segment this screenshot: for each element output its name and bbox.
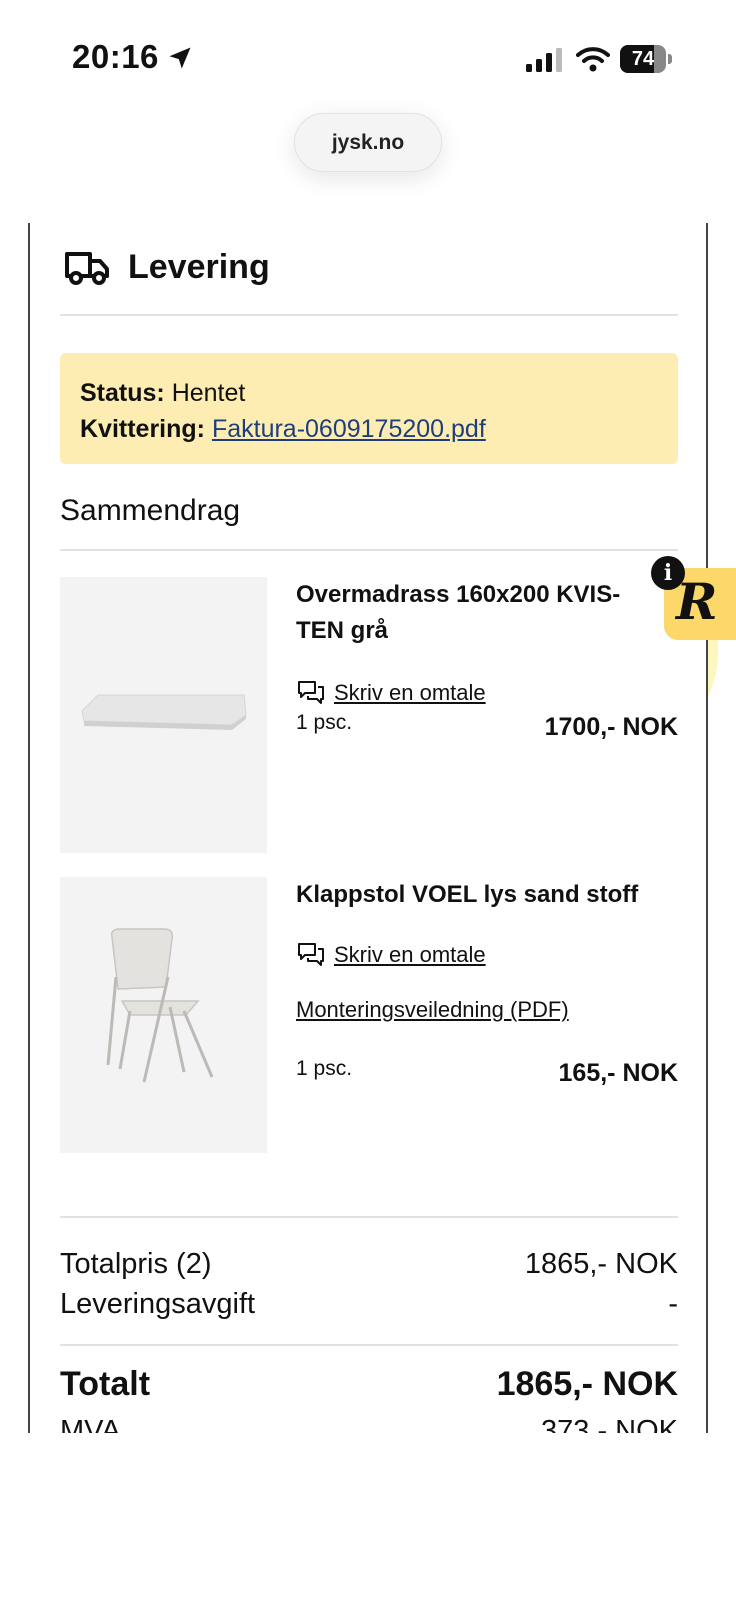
review-label: Skriv en omtale — [334, 680, 486, 705]
delivery-title: Levering — [128, 248, 270, 286]
battery-icon: 74 — [620, 45, 672, 73]
order-card: Levering Status: Hentet Kvittering: Fakt… — [28, 223, 708, 1433]
status-value: Hentet — [171, 379, 246, 407]
review-label: Skriv en omtale — [334, 942, 486, 967]
battery-percentage: 74 — [631, 48, 655, 70]
vat-label: MVA — [60, 1415, 121, 1433]
status-label: Status: — [80, 379, 165, 407]
delivery-header: Levering — [60, 245, 678, 291]
address-bar[interactable]: jysk.no — [294, 113, 442, 172]
product-quantity: 1 psc. — [296, 1057, 353, 1080]
info-icon[interactable]: i — [651, 556, 685, 590]
write-review-link[interactable]: Skriv en omtale — [296, 939, 486, 971]
clock: 20:16 — [72, 38, 159, 75]
status-box: Status: Hentet Kvittering: Faktura-06091… — [60, 353, 678, 464]
vat-value: 373,- NOK — [541, 1415, 678, 1433]
product-name[interactable]: Overmadrass 160x200 KVIS-TEN grå — [296, 577, 666, 649]
product-image-folding-chair[interactable] — [60, 877, 267, 1153]
divider — [60, 1344, 678, 1346]
product-price: 165,- NOK — [558, 1059, 678, 1087]
product-name[interactable]: Klappstol VOEL lys sand stoff — [296, 877, 666, 913]
delivery-fee-value: - — [668, 1288, 678, 1320]
grand-total-value: 1865,- NOK — [496, 1365, 678, 1403]
divider — [60, 314, 678, 316]
review-bubbles-icon — [298, 943, 324, 966]
divider — [60, 1216, 678, 1218]
assembly-manual-link[interactable]: Monteringsveiledning (PDF) — [296, 997, 569, 1023]
receipt-line: Kvittering: Faktura-0609175200.pdf — [80, 411, 658, 447]
truck-icon — [65, 252, 109, 285]
product-price: 1700,- NOK — [544, 713, 678, 741]
wifi-icon — [576, 47, 610, 72]
delivery-fee-label: Leveringsavgift — [60, 1288, 256, 1320]
summary-title: Sammendrag — [60, 494, 241, 527]
status-bar: 20:16 74 — [0, 0, 736, 110]
divider — [60, 549, 678, 551]
write-review-link[interactable]: Skriv en omtale — [296, 677, 486, 709]
receipt-link[interactable]: Faktura-0609175200.pdf — [212, 415, 486, 443]
product-quantity: 1 psc. — [296, 711, 353, 734]
product-image-mattress-topper[interactable] — [60, 577, 267, 853]
review-bubbles-icon — [298, 681, 324, 704]
total-price-value: 1865,- NOK — [524, 1248, 678, 1280]
location-arrow-icon — [169, 47, 191, 69]
receipt-label: Kvittering: — [80, 415, 205, 443]
total-price-label: Totalpris (2) — [60, 1248, 212, 1280]
signal-icon — [526, 48, 562, 72]
grand-total-label: Totalt — [60, 1365, 151, 1403]
status-line: Status: Hentet — [80, 375, 658, 411]
